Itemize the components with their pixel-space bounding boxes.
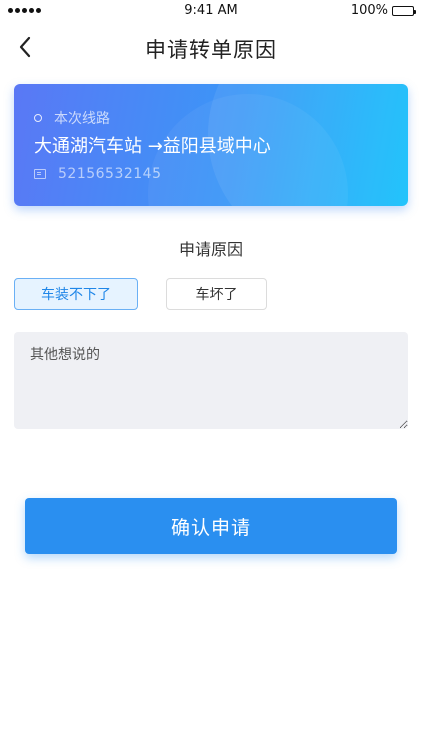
document-icon: [34, 169, 46, 179]
line-label: 本次线路: [54, 111, 110, 127]
confirm-apply-button[interactable]: 确认申请: [25, 498, 397, 554]
note-textarea[interactable]: [14, 332, 408, 429]
battery-indicator: 100%: [350, 3, 416, 18]
route-name: 大通湖汽车站 →益阳县域中心: [34, 136, 271, 157]
ring-icon: [34, 114, 42, 122]
order-number: 52156532145: [58, 166, 162, 182]
reason-option-car-full[interactable]: 车装不下了: [14, 278, 138, 310]
order-number-row: 52156532145: [34, 166, 161, 182]
navigation-bar: 申请转单原因: [0, 26, 422, 70]
battery-percent: 100%: [350, 3, 388, 18]
route-card: 本次线路 大通湖汽车站 →益阳县域中心 52156532145: [14, 84, 408, 206]
status-bar: 9:41 AM 100%: [0, 0, 422, 22]
battery-icon: [392, 5, 416, 16]
reason-section-title: 申请原因: [178, 240, 243, 259]
reason-option-car-broken[interactable]: 车坏了: [166, 278, 267, 310]
line-label-row: 本次线路: [34, 108, 110, 128]
page-title: 申请转单原因: [145, 38, 277, 62]
